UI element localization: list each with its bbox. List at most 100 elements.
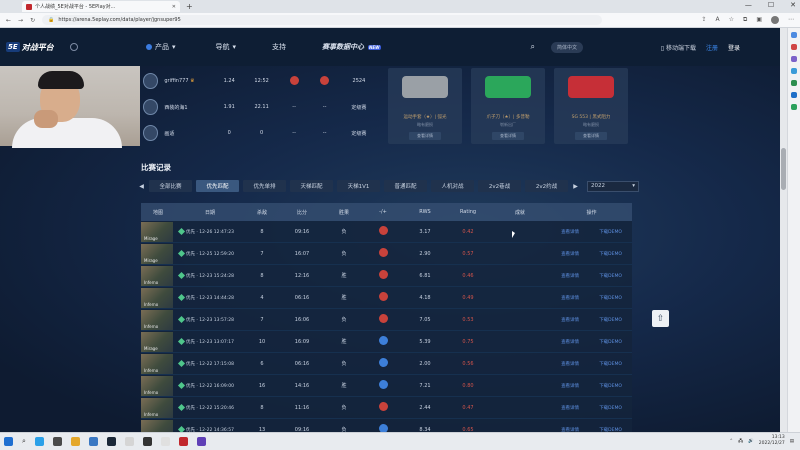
table-row[interactable]: Inferno 优先 · 12-22 16:09:00 16 14:16 胜 7.21 0.… [141,375,632,397]
download-demo-link[interactable]: 下载DEMO [599,339,622,345]
weapon-detail-button[interactable]: 查看详情 [409,132,441,140]
view-details-link[interactable]: 查看详情 [561,383,579,389]
view-details-link[interactable]: 查看详情 [561,251,579,257]
language-selector[interactable]: 简体中文 [551,41,584,53]
read-aloud-icon[interactable]: A [716,16,720,24]
tools-icon[interactable] [791,56,797,62]
back-icon[interactable]: ← [6,17,11,24]
weapon-detail-button[interactable]: 查看详情 [492,132,524,140]
view-details-link[interactable]: 查看详情 [561,295,579,301]
extensions-icon[interactable]: ⧉ [743,16,747,24]
url-field[interactable]: 🔒 https://arena.5eplay.com/data/player/j… [42,15,603,25]
view-details-link[interactable]: 查看详情 [561,317,579,323]
scrollbar-thumb[interactable] [781,148,786,190]
file-explorer-icon[interactable] [70,437,80,446]
new-tab-icon[interactable]: + [186,2,193,11]
register-link[interactable]: 注册 [706,43,718,52]
teammate-row[interactable]: 画适 0 0 -- -- 定级赛 [143,120,378,146]
nav-item-event-center[interactable]: 赛事数据中心 NEW [322,42,381,52]
filter-tab[interactable]: 人机对战 [431,180,474,192]
download-demo-link[interactable]: 下载DEMO [599,383,622,389]
user-circle-icon[interactable] [70,43,78,51]
nav-item-support[interactable]: 支持 [272,42,286,52]
view-details-link[interactable]: 查看详情 [561,229,579,235]
obs-icon[interactable] [142,437,152,446]
app-icon[interactable] [124,437,134,446]
app-icon[interactable] [160,437,170,446]
profile-avatar[interactable] [771,16,779,24]
download-demo-link[interactable]: 下载DEMO [599,405,622,411]
year-select[interactable]: 2022 ▾ [587,180,639,192]
collections-icon[interactable]: ▣ [756,16,762,24]
view-details-link[interactable]: 查看详情 [561,405,579,411]
download-demo-link[interactable]: 下载DEMO [599,361,622,367]
table-row[interactable]: Mirage 优先 · 12-23 13:07:17 10 16:09 胜 5.39 0.7… [141,331,632,353]
forward-icon[interactable]: → [18,17,23,24]
filter-tab-active[interactable]: 优先匹配 [196,180,239,192]
app-icon[interactable] [88,437,98,446]
close-window-icon[interactable]: ✕ [790,1,796,9]
login-link[interactable]: 登录 [728,43,740,52]
filter-tab[interactable]: 天梯1V1 [337,180,380,192]
network-icon[interactable]: 🖧 [738,437,743,445]
next-arrow-icon[interactable]: ▶ [572,183,579,190]
outlook-icon[interactable] [791,92,797,98]
app-icon[interactable] [196,437,206,446]
filter-tab[interactable]: 普通匹配 [384,180,427,192]
table-row[interactable]: Inferno 优先 · 12-23 14:44:28 4 06:16 胜 4.18 0.4… [141,287,632,309]
weapon-card[interactable]: SG 553 | 黑式阻力 略有磨损 查看详情 [554,68,628,144]
minimize-icon[interactable]: — [745,1,752,9]
tray-expand-icon[interactable]: ⌃ [729,439,733,444]
download-demo-link[interactable]: 下载DEMO [599,317,622,323]
drop-icon[interactable] [791,104,797,110]
teammate-row[interactable]: griffin777 ♛ 1.24 12:52 2524 [143,68,378,94]
notification-icon[interactable]: ▤ [790,439,794,444]
download-demo-link[interactable]: 下载DEMO [599,295,622,301]
view-details-link[interactable]: 查看详情 [561,339,579,345]
weapon-card[interactable]: 爪子刀（★）| 多普勒 崭新出厂 查看详情 [471,68,545,144]
search-icon[interactable]: ⌕ [531,42,535,52]
download-demo-link[interactable]: 下载DEMO [599,251,622,257]
weapon-card[interactable]: 运动手套（★）| 弧光 略有磨损 查看详情 [388,68,462,144]
refresh-icon[interactable]: ↻ [30,17,35,24]
share-icon[interactable]: ⇪ [702,16,707,24]
volume-icon[interactable]: 🔊 [748,439,754,444]
more-menu-icon[interactable]: ⋯ [788,16,794,24]
mobile-download-link[interactable]: ▯ 移动端下载 [661,43,696,52]
table-row[interactable]: Mirage 优先 · 12-26 12:47:23 8 09:16 负 3.17 0.42… [141,221,632,243]
task-view-icon[interactable] [52,437,62,446]
filter-tab[interactable]: 2v2巷战 [478,180,521,192]
windows-start-icon[interactable] [4,437,13,446]
table-row[interactable]: Inferno 优先 · 12-23 13:57:28 7 16:06 负 7.05 0.5… [141,309,632,331]
favorite-icon[interactable]: ☆ [729,16,734,24]
weapon-detail-button[interactable]: 查看详情 [575,132,607,140]
taskbar-clock[interactable]: 13:13 2022/12/27 [759,435,785,447]
table-row[interactable]: Mirage 优先 · 12-25 12:59:20 7 16:07 负 2.90 0.57… [141,243,632,265]
browser-tab[interactable]: 个人战绩_5E对战平台 - 5EPlay对... ✕ [22,1,180,12]
games-icon[interactable] [791,68,797,74]
filter-tab[interactable]: 全部比赛 [149,180,192,192]
table-row[interactable]: Inferno 优先 · 12-22 17:15:08 6 06:16 负 2.00 0.5… [141,353,632,375]
close-tab-icon[interactable]: ✕ [172,4,176,10]
download-demo-link[interactable]: 下载DEMO [599,229,622,235]
site-logo[interactable]: 5E 对战平台 [6,42,54,53]
prev-arrow-icon[interactable]: ◀ [138,183,145,190]
table-row[interactable]: Inferno 优先 · 12-23 15:24:28 8 12:16 胜 6.81 0.4… [141,265,632,287]
table-row[interactable]: Inferno优先 · 12-22 14:36:571309:16负8.340.… [141,419,632,432]
filter-tab[interactable]: 天梯匹配 [290,180,333,192]
page-scrollbar[interactable] [780,28,787,432]
nav-item-products[interactable]: 产品 ▾ [146,42,176,52]
shopping-icon[interactable] [791,44,797,50]
search-icon[interactable]: ⌕ [22,437,26,446]
maximize-icon[interactable]: ☐ [768,1,774,9]
view-details-link[interactable]: 查看详情 [561,273,579,279]
download-demo-link[interactable]: 下载DEMO [599,273,622,279]
nav-item-navigation[interactable]: 导航 ▾ [216,42,237,52]
5e-client-icon[interactable] [178,437,188,446]
table-row[interactable]: Inferno 优先 · 12-22 15:20:46 8 11:16 负 2.44 0.4… [141,397,632,419]
filter-tab[interactable]: 2v2约战 [525,180,568,192]
scroll-to-top-button[interactable]: ⇧ [652,310,669,327]
office-icon[interactable] [791,80,797,86]
steam-icon[interactable] [106,437,116,446]
view-details-link[interactable]: 查看详情 [561,361,579,367]
